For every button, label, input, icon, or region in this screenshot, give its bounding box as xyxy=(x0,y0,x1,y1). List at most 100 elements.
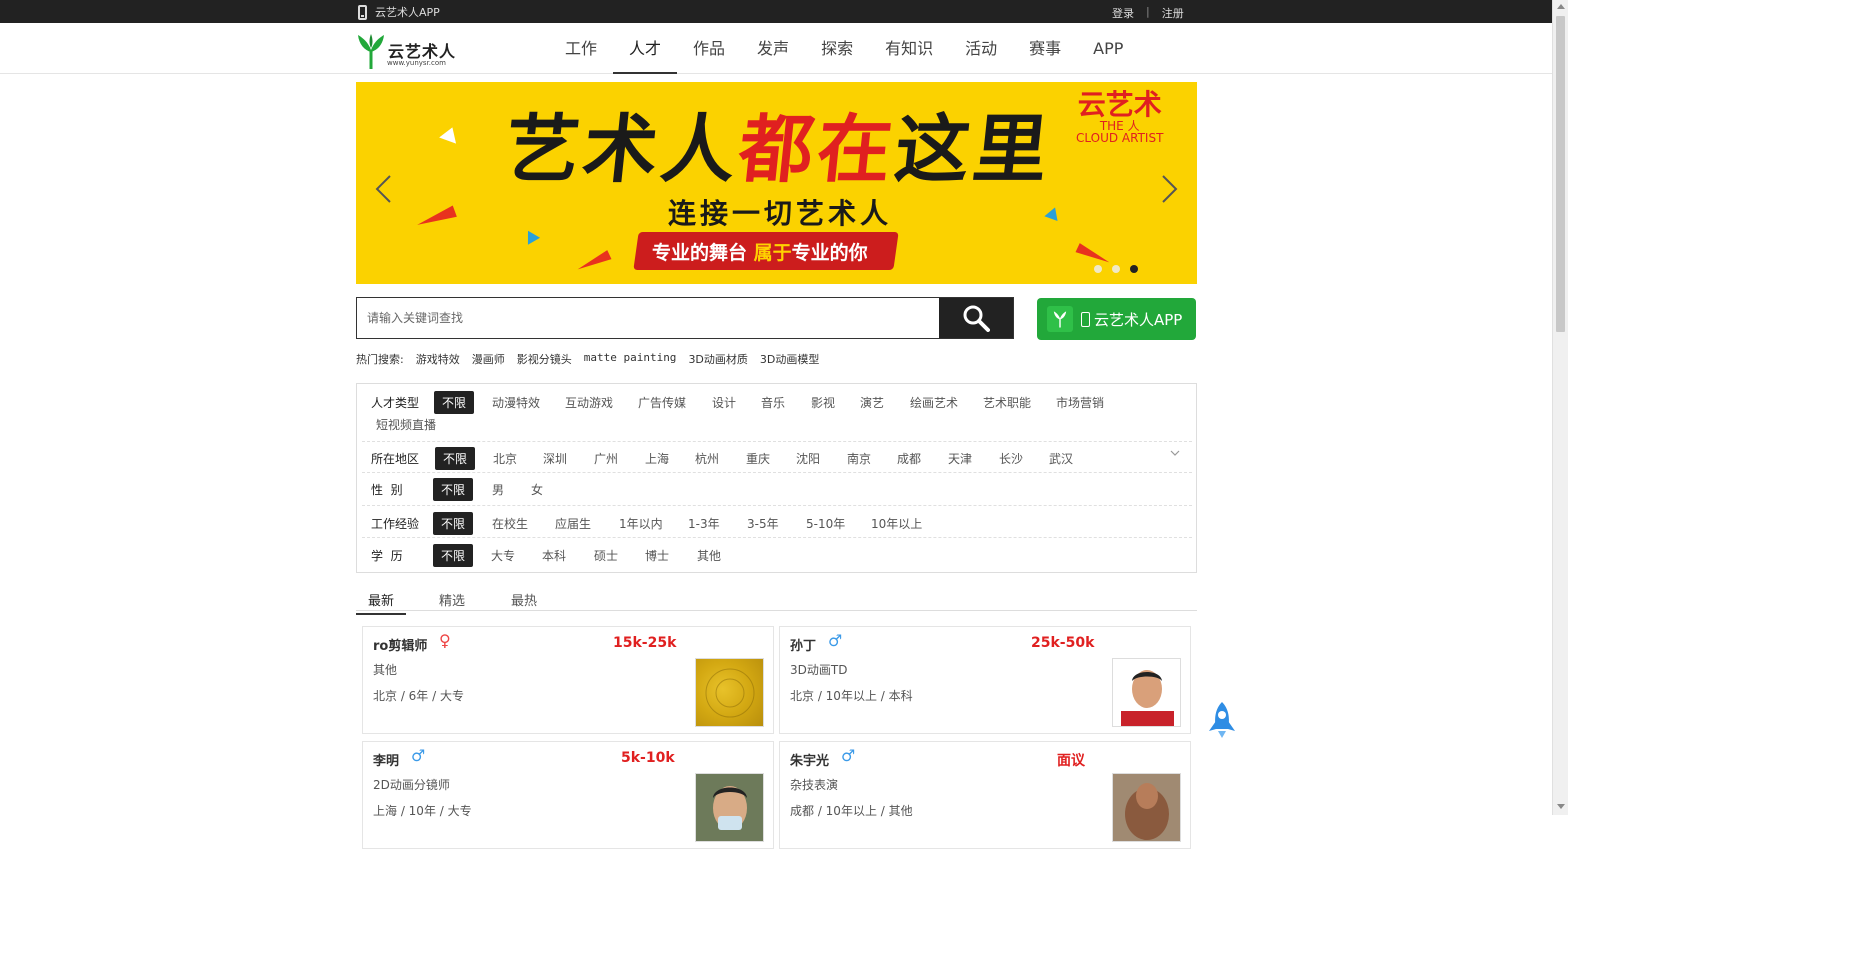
filter-option[interactable]: 北京 xyxy=(493,450,517,467)
filter-option[interactable]: 杭州 xyxy=(695,450,719,467)
filter-option[interactable]: 本科 xyxy=(542,547,566,564)
nav-item-talent[interactable]: 人才 xyxy=(613,23,678,74)
filter-option[interactable]: 3-5年 xyxy=(747,515,779,532)
male-icon: ♂ xyxy=(841,746,856,765)
filter-option[interactable]: 武汉 xyxy=(1049,450,1073,467)
talent-card[interactable]: 孙丁 ♂ 25k-50k 3D动画TD 北京 / 10年以上 / 本科 xyxy=(779,626,1191,734)
filter-option[interactable]: 南京 xyxy=(847,450,871,467)
filter-label: 学 历 xyxy=(371,549,403,563)
banner-dot-active[interactable] xyxy=(1130,265,1138,273)
filter-option[interactable]: 成都 xyxy=(897,450,921,467)
filter-option[interactable]: 女 xyxy=(531,481,543,498)
talent-name[interactable]: 朱宇光 xyxy=(790,750,829,769)
filter-option[interactable]: 短视频直播 xyxy=(376,416,436,433)
chevron-down-icon[interactable] xyxy=(1170,448,1180,458)
filter-option[interactable]: 影视 xyxy=(811,394,835,411)
filter-option[interactable]: 互动游戏 xyxy=(565,394,613,411)
talent-card[interactable]: ro剪辑师 ♀ 15k-25k 其他 北京 / 6年 / 大专 xyxy=(362,626,774,734)
filter-option[interactable]: 演艺 xyxy=(860,394,884,411)
nav-item-explore[interactable]: 探索 xyxy=(805,23,869,74)
tab-hottest[interactable]: 最热 xyxy=(511,590,537,609)
filter-option[interactable]: 重庆 xyxy=(746,450,770,467)
hot-search-item[interactable]: 漫画师 xyxy=(472,351,505,367)
filter-option[interactable]: 艺术职能 xyxy=(983,394,1031,411)
hot-search-item[interactable]: matte painting xyxy=(584,351,677,367)
talent-name[interactable]: ro剪辑师 xyxy=(373,635,427,654)
banner-dot[interactable] xyxy=(1094,265,1102,273)
register-link[interactable]: 注册 xyxy=(1162,5,1184,21)
filter-option[interactable]: 男 xyxy=(492,481,504,498)
filter-option-selected[interactable]: 不限 xyxy=(433,512,474,535)
filter-option[interactable]: 设计 xyxy=(712,394,736,411)
filter-option[interactable]: 市场营销 xyxy=(1056,394,1104,411)
tab-featured[interactable]: 精选 xyxy=(439,590,465,609)
app-download-link[interactable]: 云艺术人APP xyxy=(358,4,440,20)
talent-photo[interactable] xyxy=(695,773,764,842)
talent-role: 3D动画TD xyxy=(790,663,848,677)
filter-option-selected[interactable]: 不限 xyxy=(433,478,474,501)
male-icon: ♂ xyxy=(828,631,843,650)
search-button[interactable] xyxy=(939,298,1013,338)
filter-option[interactable]: 深圳 xyxy=(543,450,567,467)
nav-item-app[interactable]: APP xyxy=(1077,23,1139,74)
filter-option[interactable]: 10年以上 xyxy=(871,515,922,532)
search-input[interactable] xyxy=(357,298,939,338)
back-to-top-rocket-icon[interactable] xyxy=(1207,701,1237,739)
banner-prev-arrow-icon[interactable] xyxy=(374,174,394,204)
hot-search-item[interactable]: 3D动画模型 xyxy=(760,351,819,367)
filter-option[interactable]: 天津 xyxy=(948,450,972,467)
nav-item-works[interactable]: 作品 xyxy=(677,23,741,74)
filter-option-selected[interactable]: 不限 xyxy=(435,447,476,470)
filter-option[interactable]: 博士 xyxy=(645,547,669,564)
filter-option-selected[interactable]: 不限 xyxy=(433,544,474,567)
scroll-down-arrow-icon[interactable] xyxy=(1557,804,1565,809)
talent-photo[interactable] xyxy=(695,658,764,727)
filter-option[interactable]: 音乐 xyxy=(761,394,785,411)
scroll-up-arrow-icon[interactable] xyxy=(1557,4,1565,9)
talent-name[interactable]: 孙丁 xyxy=(790,635,816,654)
site-logo[interactable]: 云艺术人 www.yunysr.com xyxy=(356,32,456,70)
scroll-thumb[interactable] xyxy=(1556,16,1565,332)
nav-item-events[interactable]: 活动 xyxy=(949,23,1013,74)
banner-dot[interactable] xyxy=(1112,265,1120,273)
filter-option[interactable]: 应届生 xyxy=(555,515,591,532)
filter-label: 工作经验 xyxy=(371,517,420,531)
filter-row-type: 人才类型 不限 动漫特效 互动游戏 广告传媒 设计 音乐 影视 演艺 绘画艺术 … xyxy=(362,384,1192,442)
filter-option[interactable]: 5-10年 xyxy=(806,515,845,532)
filter-option[interactable]: 大专 xyxy=(491,547,515,564)
nav-item-knowledge[interactable]: 有知识 xyxy=(869,23,949,74)
nav-item-jobs[interactable]: 工作 xyxy=(549,23,613,74)
decor-triangle xyxy=(521,227,541,245)
hot-search-item[interactable]: 游戏特效 xyxy=(416,351,460,367)
filter-option[interactable]: 沈阳 xyxy=(796,450,820,467)
hero-banner[interactable]: 艺术人都在这里 连接一切艺术人 专业的舞台 属于专业的你 云艺术 THE 人 C… xyxy=(356,82,1197,284)
talent-name[interactable]: 李明 xyxy=(373,750,399,769)
talent-card[interactable]: 朱宇光 ♂ 面议 杂技表演 成都 / 10年以上 / 其他 xyxy=(779,741,1191,849)
filter-option[interactable]: 广州 xyxy=(594,450,618,467)
nav-item-voice[interactable]: 发声 xyxy=(741,23,805,74)
filter-option[interactable]: 绘画艺术 xyxy=(910,394,958,411)
nav-item-contests[interactable]: 赛事 xyxy=(1013,23,1077,74)
talent-photo[interactable] xyxy=(1112,773,1181,842)
page-scrollbar[interactable] xyxy=(1552,0,1568,815)
filter-option[interactable]: 其他 xyxy=(697,547,721,564)
filter-option[interactable]: 广告传媒 xyxy=(638,394,686,411)
hot-search-item[interactable]: 3D动画材质 xyxy=(688,351,747,367)
hot-search-item[interactable]: 影视分镜头 xyxy=(517,351,572,367)
app-download-button[interactable]: 云艺术人APP xyxy=(1037,298,1196,340)
filter-option-selected[interactable]: 不限 xyxy=(434,391,475,414)
filter-option[interactable]: 1年以内 xyxy=(619,515,663,532)
filter-option[interactable]: 长沙 xyxy=(999,450,1023,467)
filter-option[interactable]: 上海 xyxy=(645,450,669,467)
login-link[interactable]: 登录 xyxy=(1112,5,1134,21)
banner-next-arrow-icon[interactable] xyxy=(1159,174,1179,204)
talent-salary: 面议 xyxy=(1057,753,1085,769)
talent-card[interactable]: 李明 ♂ 5k-10k 2D动画分镜师 上海 / 10年 / 大专 xyxy=(362,741,774,849)
filter-option[interactable]: 动漫特效 xyxy=(492,394,540,411)
filter-option[interactable]: 硕士 xyxy=(594,547,618,564)
site-header: 云艺术人 www.yunysr.com 工作 人才 作品 发声 探索 有知识 活… xyxy=(0,23,1552,74)
talent-photo[interactable] xyxy=(1112,658,1181,727)
filter-option[interactable]: 1-3年 xyxy=(688,515,720,532)
filter-option[interactable]: 在校生 xyxy=(492,515,528,532)
tab-latest[interactable]: 最新 xyxy=(356,590,406,615)
